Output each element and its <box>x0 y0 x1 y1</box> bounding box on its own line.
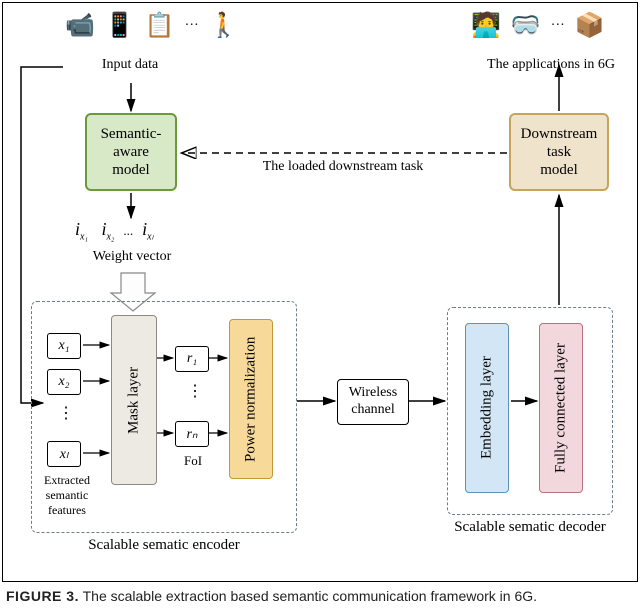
index-ixl: ixₗ <box>142 219 153 239</box>
vr-headset-icon: 🥽 <box>511 11 541 40</box>
fc-layer-label: Fully connected layer <box>540 324 582 492</box>
ellipsis-x: ⋮ <box>58 403 74 423</box>
semantic-aware-block: Semantic- aware model <box>85 113 177 191</box>
camera-icon: 📹 <box>65 11 95 40</box>
encoder-title: Scalable sematic encoder <box>31 537 297 554</box>
phone-icon: 📱 <box>105 11 135 40</box>
input-data-label: Input data <box>65 57 195 73</box>
feature-rn: rₙ <box>175 421 209 447</box>
ellipsis-icon: ··· <box>185 18 199 34</box>
feature-x1: x₁ <box>47 333 81 359</box>
power-norm-label: Power normalization <box>230 320 272 478</box>
figure-number: FIGURE 3. <box>6 588 79 604</box>
package-icon: 📦 <box>575 11 605 40</box>
embedding-layer-label: Embedding layer <box>466 324 508 492</box>
feature-x2: x₂ <box>47 369 81 395</box>
loaded-task-label: The loaded downstream task <box>213 159 473 175</box>
index-ix2: ix₂ <box>101 219 114 239</box>
app-icons: 🧑‍💻 🥽 ··· 📦 <box>471 11 605 40</box>
index-ix1: ix₁ <box>75 219 88 239</box>
wireless-channel-block: Wireless channel <box>337 379 409 425</box>
clipboard-icon: 📋 <box>145 11 175 40</box>
extracted-features-label: Extracted semantic features <box>35 473 99 518</box>
foi-label: FoI <box>175 453 211 469</box>
ellipsis-icon: ··· <box>551 18 565 34</box>
person-icon: 🚶 <box>209 11 239 40</box>
input-icons: 📹 📱 📋 ··· 🚶 <box>65 11 239 40</box>
power-norm-block: Power normalization <box>229 319 273 479</box>
mask-layer-label: Mask layer <box>112 316 156 484</box>
weight-vector-label: Weight vector <box>77 249 187 265</box>
apps-6g-label: The applications in 6G <box>471 57 631 73</box>
figure-text: The scalable extraction based semantic c… <box>83 588 537 604</box>
desk-user-icon: 🧑‍💻 <box>471 11 501 40</box>
downstream-task-block: Downstream task model <box>509 113 609 191</box>
mask-layer-block: Mask layer <box>111 315 157 485</box>
feature-xl: xₗ <box>47 441 81 467</box>
figure-caption: FIGURE 3. The scalable extraction based … <box>0 584 640 608</box>
embedding-layer-block: Embedding layer <box>465 323 509 493</box>
decoder-title: Scalable sematic decoder <box>447 519 613 536</box>
fc-layer-block: Fully connected layer <box>539 323 583 493</box>
feature-r1: r₁ <box>175 346 209 372</box>
diagram-frame: 📹 📱 📋 ··· 🚶 Input data 🧑‍💻 🥽 ··· 📦 The a… <box>2 2 638 582</box>
weight-indices: ix₁ ix₂ ... ixₗ <box>75 219 153 243</box>
ellipsis-r: ⋮ <box>187 381 203 401</box>
